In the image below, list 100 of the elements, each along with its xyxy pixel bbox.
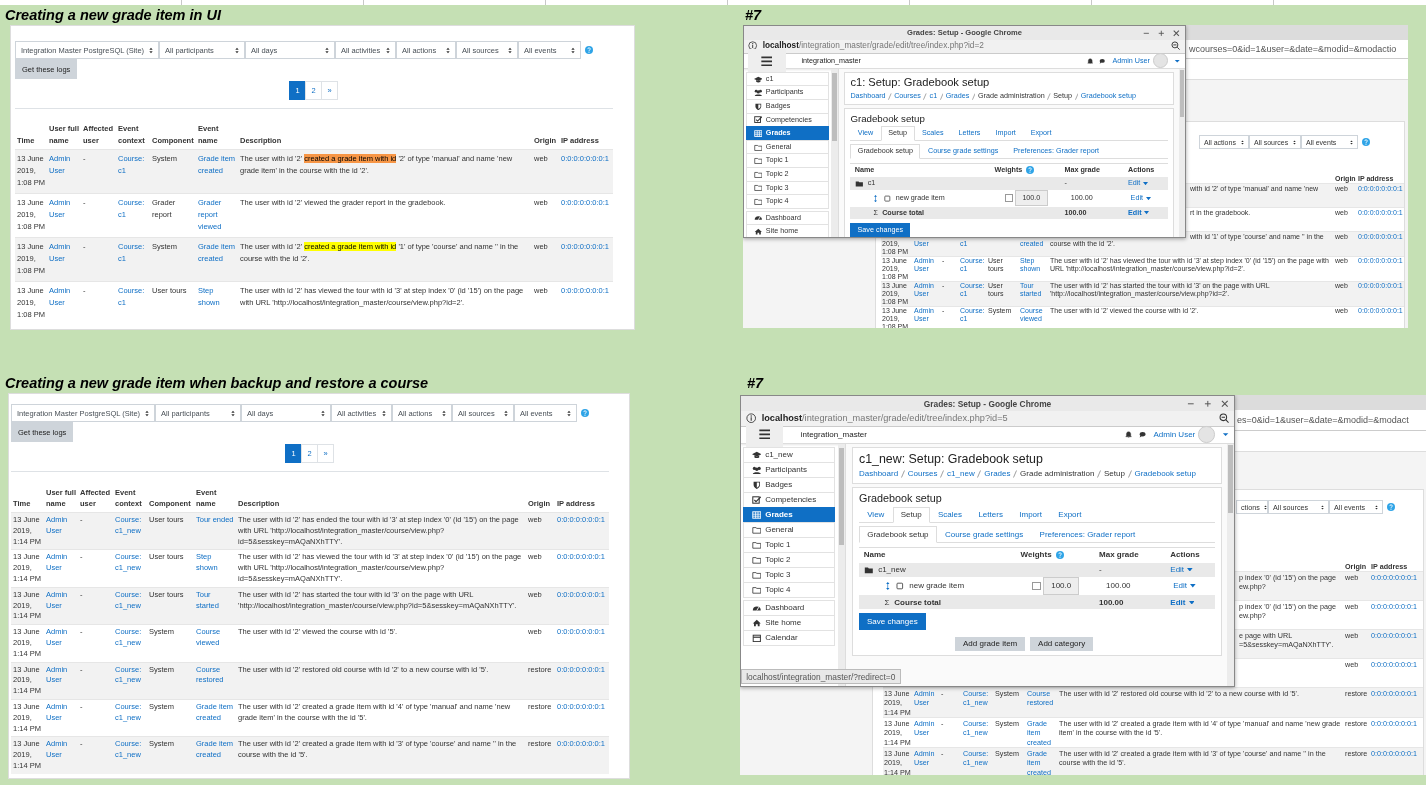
- sort-caret-icon: [145, 409, 149, 417]
- max-grade-text: -: [1099, 564, 1102, 575]
- add-button[interactable]: Add grade item: [955, 636, 1026, 651]
- help-icon[interactable]: [585, 46, 593, 54]
- folder-icon: [751, 555, 762, 564]
- maximize-icon[interactable]: [1156, 28, 1166, 38]
- breadcrumb-separator-icon: [1097, 469, 1102, 478]
- sort-caret-icon: [567, 409, 571, 417]
- scrollbar[interactable]: [1226, 443, 1234, 686]
- help-icon[interactable]: [1362, 138, 1370, 146]
- caret-icon: [1145, 196, 1151, 200]
- slide-heading: Creating a new grade item in UI: [5, 6, 221, 25]
- slide-heading: Creating a new grade item when backup and restore a course: [5, 374, 429, 393]
- bell-icon[interactable]: [1124, 431, 1132, 439]
- maximize-icon[interactable]: [1202, 399, 1213, 409]
- column-header: Max grade: [1099, 550, 1139, 560]
- user-menu-link[interactable]: Admin User: [1153, 429, 1196, 440]
- close-icon[interactable]: [1219, 399, 1230, 409]
- window-title: Grades: Setup - Google Chrome: [923, 398, 1052, 409]
- save-changes-button[interactable]: Save changes: [859, 613, 926, 631]
- info-icon[interactable]: [748, 41, 758, 51]
- caret-icon[interactable]: [1174, 57, 1181, 65]
- breadcrumb-link[interactable]: Courses: [907, 469, 938, 479]
- site-name[interactable]: integration_master: [800, 429, 867, 440]
- scrollbar[interactable]: [831, 69, 838, 237]
- weight-field[interactable]: 100.0: [1043, 577, 1080, 595]
- scrollbar[interactable]: [1178, 69, 1185, 237]
- tab[interactable]: Import: [1011, 506, 1051, 524]
- gauge-icon: [751, 603, 762, 612]
- address-text[interactable]: wcourses=0&id=1&user=&date=&modid=&modactio: [1189, 44, 1397, 54]
- edit-menu[interactable]: Edit: [1170, 564, 1193, 575]
- tab[interactable]: Scales: [929, 506, 971, 524]
- max-grade-text: 100.00: [1099, 597, 1124, 608]
- checkbox[interactable]: [1032, 581, 1041, 591]
- address-text[interactable]: es=0&id=1&user=&date=&modid=&modact: [1237, 415, 1409, 425]
- menu-icon: [760, 55, 774, 67]
- nav-item[interactable]: Dashboard: [743, 599, 836, 616]
- folder-icon: [751, 585, 762, 594]
- tab[interactable]: Course grade settings: [936, 526, 1032, 543]
- sort-caret-icon: [1293, 139, 1296, 145]
- tab[interactable]: Export: [1050, 506, 1090, 524]
- item-name: new grade item: [909, 581, 965, 591]
- chat-icon[interactable]: [1099, 57, 1106, 65]
- breadcrumb-link[interactable]: Gradebook setup: [1134, 469, 1196, 479]
- chat-icon[interactable]: [1139, 431, 1147, 439]
- page-title: c1_new: Setup: Gradebook setup: [859, 451, 1044, 467]
- info-icon[interactable]: [745, 413, 757, 424]
- folder-icon: [751, 570, 762, 579]
- bell-icon[interactable]: [1086, 57, 1093, 65]
- tab[interactable]: Preferences: Grader report: [1031, 526, 1144, 543]
- table-icon: [751, 510, 762, 519]
- help-icon[interactable]: [1387, 503, 1395, 511]
- move-icon[interactable]: [884, 582, 891, 591]
- help-icon[interactable]: [1026, 165, 1035, 174]
- graduation-cap-icon: [751, 450, 762, 459]
- sort-caret-icon: [1263, 504, 1267, 510]
- sort-caret-icon: [382, 409, 386, 417]
- checkbox[interactable]: [1005, 194, 1013, 202]
- sort-caret-icon: [504, 409, 508, 417]
- tab[interactable]: View: [859, 506, 893, 524]
- help-icon[interactable]: [581, 409, 589, 417]
- tab[interactable]: Gradebook setup: [859, 526, 937, 543]
- nav-item[interactable]: c1_new: [743, 446, 836, 463]
- close-icon[interactable]: [1172, 28, 1181, 38]
- breadcrumb-text: Grade administration: [1020, 469, 1095, 479]
- square-icon: [894, 582, 905, 591]
- page-title: c1: Setup: Gradebook setup: [850, 76, 991, 90]
- status-tooltip: localhost/integration_master/?redirect=0: [741, 668, 901, 685]
- breadcrumb-separator-icon: [940, 469, 945, 478]
- edit-menu[interactable]: Edit: [1170, 597, 1195, 608]
- breadcrumb-link[interactable]: Grades: [984, 469, 1011, 479]
- help-icon[interactable]: [1055, 550, 1064, 559]
- home-icon: [751, 618, 762, 627]
- graduation-cap-icon: [753, 75, 763, 83]
- sort-caret-icon: [235, 46, 239, 54]
- users-icon: [751, 465, 762, 474]
- zoom-icon[interactable]: [1171, 41, 1181, 51]
- edit-menu[interactable]: Edit: [1173, 581, 1196, 591]
- shield-icon: [753, 102, 763, 110]
- tab[interactable]: Setup: [892, 506, 930, 524]
- breadcrumb-separator-icon: [1127, 469, 1132, 478]
- zoom-icon[interactable]: [1218, 413, 1230, 424]
- breadcrumb-link[interactable]: c1_new: [947, 469, 975, 479]
- sort-caret-icon: [1375, 504, 1378, 510]
- breadcrumb-link[interactable]: Dashboard: [859, 469, 899, 479]
- folder-icon: [863, 565, 874, 574]
- tab[interactable]: Letters: [970, 506, 1012, 524]
- menu-icon: [757, 429, 772, 440]
- checked-square-icon: [751, 495, 762, 504]
- add-button[interactable]: Add category: [1030, 636, 1094, 651]
- sort-caret-icon: [1350, 139, 1353, 145]
- checked-square-icon: [753, 116, 763, 124]
- sort-caret-icon: [386, 46, 390, 54]
- breadcrumb-separator-icon: [977, 469, 982, 478]
- sigma-symbol: Σ: [884, 597, 890, 608]
- move-icon[interactable]: [873, 194, 879, 202]
- caret-icon: [1190, 584, 1196, 588]
- breadcrumb-separator-icon: [923, 92, 928, 100]
- menu-button[interactable]: [748, 48, 786, 73]
- folder-icon: [854, 179, 864, 187]
